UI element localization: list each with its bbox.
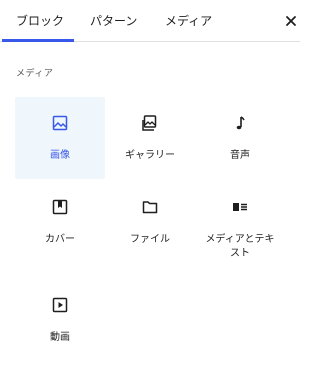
block-label: メディアとテキスト	[205, 234, 275, 259]
block-gallery[interactable]: ギャラリー	[105, 97, 195, 179]
active-tab-indicator	[2, 39, 74, 42]
block-label: カバー	[45, 234, 75, 245]
audio-icon	[230, 113, 250, 133]
block-cover[interactable]: カバー	[15, 181, 105, 263]
block-label: 画像	[50, 150, 70, 161]
image-icon	[50, 113, 70, 133]
block-label: ギャラリー	[125, 150, 175, 161]
block-label: 音声	[230, 150, 250, 161]
section-title: メディア	[16, 69, 54, 79]
tab-blocks[interactable]: ブロック	[16, 0, 64, 42]
block-audio[interactable]: 音声	[195, 97, 285, 179]
tab-patterns[interactable]: パターン	[90, 0, 137, 42]
gallery-icon	[140, 113, 160, 133]
close-icon[interactable]	[284, 13, 298, 27]
block-image[interactable]: 画像	[15, 97, 105, 179]
block-label: ファイル	[130, 234, 170, 245]
file-icon	[140, 197, 160, 217]
block-media-text[interactable]: メディアとテキスト	[195, 181, 285, 273]
block-label: 動画	[50, 332, 70, 343]
media-text-icon	[230, 197, 250, 217]
cover-icon	[50, 197, 70, 217]
inserter-tabs: ブロック パターン メディア	[0, 0, 300, 42]
tab-media[interactable]: メディア	[165, 0, 212, 42]
block-video[interactable]: 動画	[15, 279, 105, 361]
video-icon	[50, 295, 70, 315]
block-file[interactable]: ファイル	[105, 181, 195, 263]
